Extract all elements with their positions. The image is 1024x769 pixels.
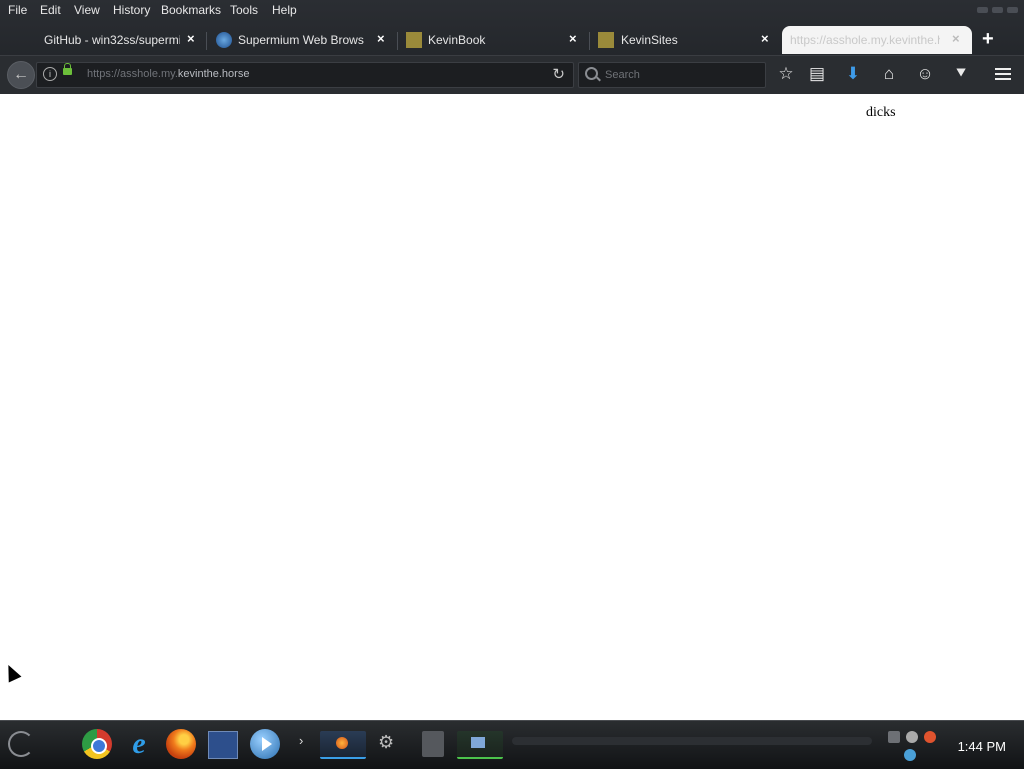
- menu-view[interactable]: View: [74, 3, 100, 17]
- taskbar: e › ⚙ 1:44 PM: [0, 720, 1024, 769]
- menu-history[interactable]: History: [113, 3, 150, 17]
- close-icon[interactable]: ×: [952, 31, 960, 46]
- tab-github[interactable]: GitHub - win32ss/supermiu... ×: [44, 26, 204, 54]
- page-text: dicks: [866, 105, 896, 120]
- back-icon: ←: [13, 66, 29, 83]
- reading-list-icon[interactable]: ▤: [807, 64, 827, 84]
- reload-icon[interactable]: ↻: [552, 65, 565, 83]
- tab-active-page[interactable]: https://asshole.my.kevinthe.horse ×: [782, 26, 972, 54]
- tab-title: KevinSites: [621, 33, 678, 47]
- menu-icon[interactable]: [993, 65, 1013, 85]
- tab-strip: GitHub - win32ss/supermiu... × Supermium…: [0, 24, 1024, 54]
- task-app[interactable]: [422, 731, 444, 757]
- tab-supermium[interactable]: Supermium Web Browser ×: [216, 26, 392, 54]
- tab-separator: [589, 32, 590, 50]
- pocket-icon[interactable]: ⯆: [951, 64, 971, 84]
- taskbar-clock[interactable]: 1:44 PM: [958, 739, 1006, 754]
- tray-volume-icon[interactable]: [906, 731, 918, 743]
- close-window-button[interactable]: [1007, 7, 1018, 13]
- window-controls: [977, 7, 1018, 13]
- lock-icon[interactable]: [63, 63, 72, 75]
- calendar-icon[interactable]: [208, 731, 238, 759]
- url-domain: kevinthe.horse: [177, 68, 250, 80]
- tab-separator: [206, 32, 207, 50]
- close-icon[interactable]: ×: [187, 31, 195, 46]
- url-bar[interactable]: i https://asshole.my.kevinthe.horse ↻: [36, 62, 574, 88]
- task-firefox-window[interactable]: [320, 731, 366, 759]
- horse-icon: [598, 32, 614, 48]
- chrome-icon[interactable]: [82, 729, 112, 759]
- tab-title: GitHub - win32ss/supermiu...: [44, 33, 180, 47]
- task-explorer-group[interactable]: [457, 731, 503, 759]
- menu-edit[interactable]: Edit: [40, 3, 61, 17]
- search-bar[interactable]: [578, 62, 766, 88]
- tab-kevinsites[interactable]: KevinSites ×: [598, 26, 774, 54]
- tab-kevinbook[interactable]: KevinBook ×: [406, 26, 582, 54]
- menu-tools[interactable]: Tools: [230, 3, 258, 17]
- url-prefix: https://asshole.my.: [87, 68, 178, 80]
- close-icon[interactable]: ×: [377, 31, 385, 46]
- url-text[interactable]: https://asshole.my.kevinthe.horse: [87, 68, 249, 80]
- menu-bar: File Edit View History Bookmarks Tools H…: [0, 0, 1024, 22]
- taskbar-overflow-icon[interactable]: ›: [299, 733, 303, 748]
- firefox-icon: [336, 737, 348, 749]
- minimize-button[interactable]: [977, 7, 988, 13]
- home-icon[interactable]: ⌂: [879, 64, 899, 84]
- tray-globe-icon[interactable]: [904, 749, 916, 761]
- gear-icon: ⚙: [378, 732, 395, 752]
- ie-icon[interactable]: e: [124, 729, 154, 759]
- tray-network-icon[interactable]: [888, 731, 900, 743]
- folder-icon: [471, 737, 485, 748]
- search-icon: [585, 67, 598, 80]
- tab-title: KevinBook: [428, 33, 486, 47]
- taskbar-scroll-track[interactable]: [512, 737, 872, 745]
- horse-icon: [406, 32, 422, 48]
- task-settings[interactable]: ⚙: [374, 731, 400, 757]
- start-button-icon[interactable]: [8, 731, 34, 757]
- new-tab-button[interactable]: +: [982, 28, 994, 51]
- media-player-icon[interactable]: [250, 729, 280, 759]
- firefox-icon[interactable]: [166, 729, 196, 759]
- star-icon[interactable]: ☆: [776, 64, 796, 84]
- tray-app-icon[interactable]: [924, 731, 936, 743]
- browser-chrome: File Edit View History Bookmarks Tools H…: [0, 0, 1024, 94]
- maximize-button[interactable]: [992, 7, 1003, 13]
- supermium-icon: [216, 32, 232, 48]
- close-icon[interactable]: ×: [761, 31, 769, 46]
- menu-help[interactable]: Help: [272, 3, 297, 17]
- info-icon[interactable]: i: [43, 67, 57, 81]
- tab-separator: [397, 32, 398, 50]
- close-icon[interactable]: ×: [569, 31, 577, 46]
- back-button[interactable]: ←: [7, 61, 35, 89]
- page-content: dicks: [0, 94, 1024, 720]
- download-icon[interactable]: ⬇: [843, 64, 863, 84]
- tab-title: Supermium Web Browser: [238, 33, 364, 47]
- menu-bookmarks[interactable]: Bookmarks: [161, 3, 221, 17]
- navigation-toolbar: ← i https://asshole.my.kevinthe.horse ↻ …: [0, 55, 1024, 94]
- menu-file[interactable]: File: [8, 3, 27, 17]
- smiley-icon[interactable]: ☺: [915, 64, 935, 84]
- search-input[interactable]: [603, 65, 757, 85]
- tab-title: https://asshole.my.kevinthe.horse: [790, 33, 940, 47]
